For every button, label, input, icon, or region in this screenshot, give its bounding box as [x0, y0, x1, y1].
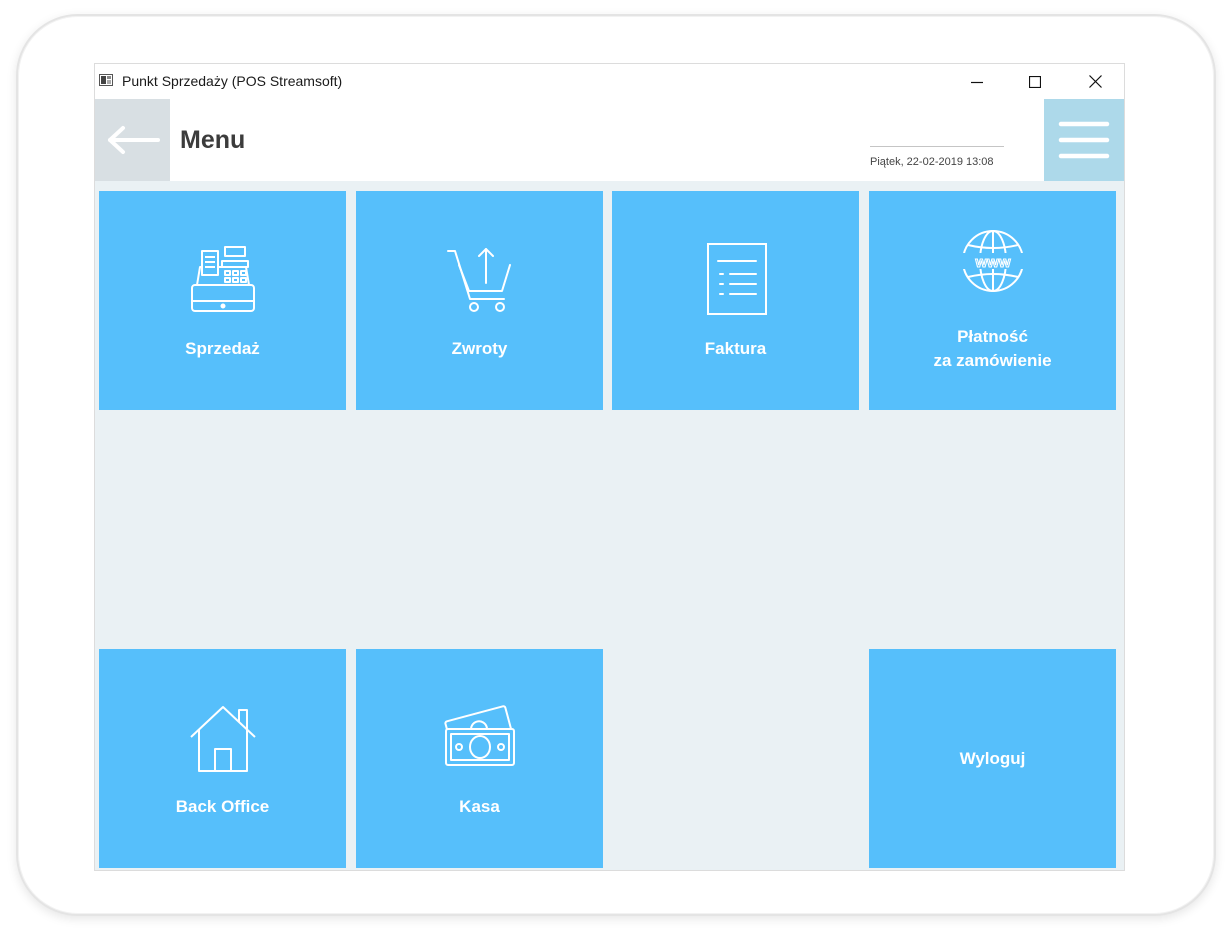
arrow-left-icon [107, 126, 160, 154]
money-icon [443, 704, 515, 766]
tile-back-office[interactable]: Back Office [99, 649, 346, 868]
title-bar: Punkt Sprzedaży (POS Streamsoft) [95, 64, 1124, 99]
house-icon [189, 705, 256, 772]
window-title: Punkt Sprzedaży (POS Streamsoft) [122, 73, 343, 89]
invoice-icon [706, 242, 767, 315]
tile-label-line2: za zamówienie [933, 350, 1052, 370]
tile-label: Faktura [704, 338, 767, 358]
cart-return-icon [446, 247, 511, 312]
tile-label: Kasa [459, 796, 500, 816]
hamburger-menu-button[interactable] [1044, 99, 1124, 181]
tile-label-line1: Płatność [957, 326, 1028, 346]
tile-label: Płatność za zamówienie [933, 325, 1051, 373]
tile-label: Back Office [175, 796, 270, 816]
close-button[interactable] [1066, 64, 1124, 99]
app-window: Punkt Sprzedaży (POS Streamsoft) Menu Pi… [95, 64, 1124, 870]
tile-zwroty[interactable]: Zwroty [356, 191, 603, 410]
page-title: Menu [180, 126, 246, 154]
tile-faktura[interactable]: Faktura [612, 191, 859, 410]
maximize-icon [1029, 75, 1041, 88]
tile-label: Wyloguj [959, 748, 1026, 768]
tile-label: Sprzedaż [185, 338, 260, 358]
app-header: Menu Piątek, 22-02-2019 13:08 [95, 99, 1124, 181]
back-button[interactable] [95, 99, 170, 181]
tile-wyloguj[interactable]: Wyloguj [869, 649, 1116, 868]
hamburger-icon [1058, 121, 1110, 159]
cash-register-icon [190, 245, 255, 312]
minimize-icon [971, 81, 983, 83]
app-icon [99, 74, 113, 86]
tile-label: Zwroty [451, 338, 508, 358]
close-icon [1088, 75, 1102, 88]
svg-text:www: www [974, 254, 1010, 271]
www-globe-icon: www [958, 229, 1027, 292]
tile-platnosc-za-zamowienie[interactable]: www Płatność za zamówienie [869, 191, 1116, 410]
datetime-text: Piątek, 22-02-2019 13:08 [870, 156, 994, 168]
datetime-display: Piątek, 22-02-2019 13:08 [870, 146, 1004, 170]
maximize-button[interactable] [1006, 64, 1064, 99]
tile-kasa[interactable]: Kasa [356, 649, 603, 868]
tile-sprzedaz[interactable]: Sprzedaż [99, 191, 346, 410]
minimize-button[interactable] [948, 64, 1006, 99]
